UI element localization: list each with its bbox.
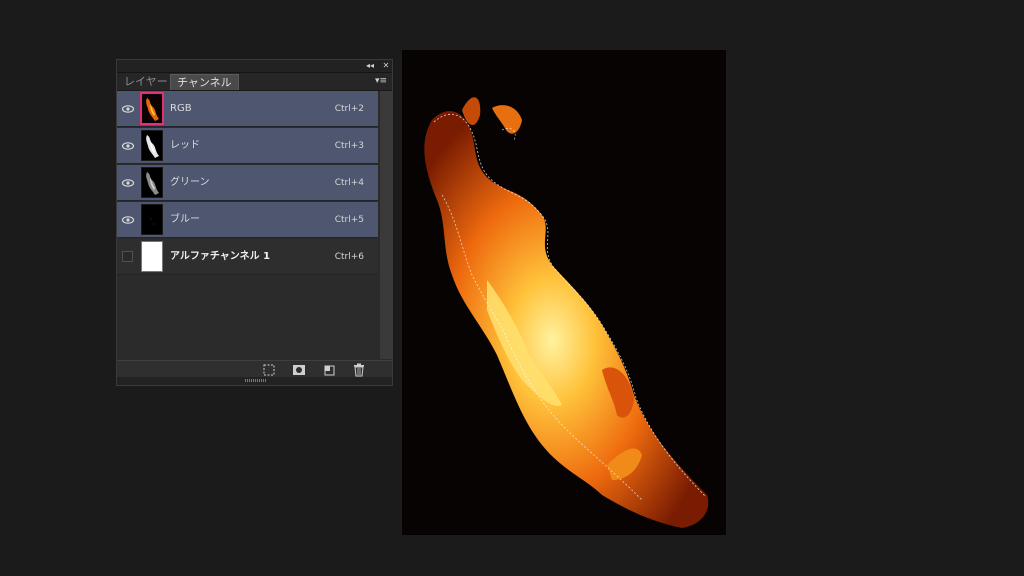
eye-icon[interactable] [121,139,135,153]
channel-name: レッド [170,140,200,151]
fire-image [402,50,726,535]
channel-shortcut: Ctrl+6 [334,252,364,262]
panel-tabbar: レイヤー チャンネル ▾≡ [117,73,392,91]
panel-menu-icon[interactable]: ▾≡ [373,73,389,90]
load-selection-icon[interactable] [260,362,278,378]
panel-titlebar: ◂◂ ✕ [117,60,392,73]
channel-thumbnail-rgb [140,92,164,125]
document-canvas[interactable] [402,50,726,535]
tab-layers[interactable]: レイヤー [118,74,174,90]
channel-thumbnail-red [141,130,163,161]
delete-channel-icon[interactable] [350,362,368,378]
channel-name: ブルー [170,214,200,225]
grip-dots [245,379,267,382]
visibility-toggle-empty[interactable] [122,251,133,262]
eye-icon[interactable] [121,176,135,190]
close-panel-icon[interactable]: ✕ [379,60,393,72]
channel-row-green[interactable]: グリーン Ctrl+4 [117,165,378,201]
channel-name: RGB [170,103,192,114]
save-selection-icon[interactable] [290,362,308,378]
channel-list-scrollbar[interactable] [379,91,393,359]
channel-name: グリーン [170,177,210,188]
new-channel-icon[interactable] [320,362,338,378]
channel-row-blue[interactable]: ブルー Ctrl+5 [117,202,378,238]
collapse-panel-icon[interactable]: ◂◂ [363,60,377,72]
tab-channels[interactable]: チャンネル [170,74,239,90]
panel-resize-grip[interactable] [117,377,392,385]
channel-list: RGB Ctrl+2 レッド Ctrl+3 グリーン Ctrl+4 ブルー Ct… [117,91,378,359]
channel-shortcut: Ctrl+4 [334,178,364,188]
channels-panel: ◂◂ ✕ レイヤー チャンネル ▾≡ RGB Ctrl+2 レッド Ctrl+3… [116,59,393,386]
channel-row-alpha-1[interactable]: アルファチャンネル 1 Ctrl+6 [117,239,378,275]
channel-thumbnail-blue [141,204,163,235]
eye-icon[interactable] [121,102,135,116]
channel-row-red[interactable]: レッド Ctrl+3 [117,128,378,164]
channel-name: アルファチャンネル 1 [170,251,271,262]
channel-shortcut: Ctrl+2 [334,104,364,114]
channel-shortcut: Ctrl+5 [334,215,364,225]
eye-icon[interactable] [121,213,135,227]
channel-thumbnail-alpha [141,241,163,272]
channel-thumbnail-green [141,167,163,198]
channel-shortcut: Ctrl+3 [334,141,364,151]
channel-row-rgb[interactable]: RGB Ctrl+2 [117,91,378,127]
